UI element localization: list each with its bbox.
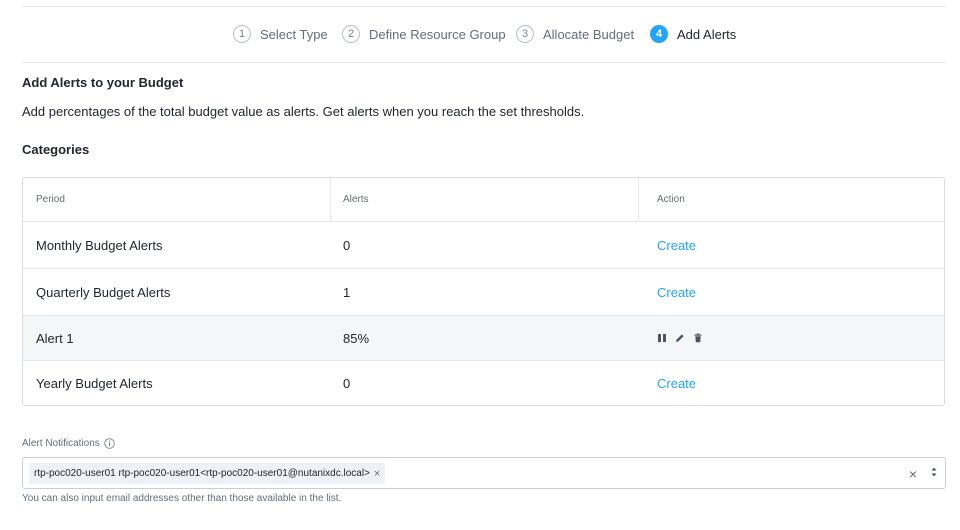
alert-notifications-label-text: Alert Notifications — [22, 438, 100, 449]
clear-selection-icon[interactable]: × — [909, 467, 917, 481]
alert-notifications-select[interactable]: rtp-poc020-user01 rtp-poc020-user01<rtp-… — [22, 457, 946, 489]
wizard-steps: 1 Select Type 2 Define Resource Group 3 … — [0, 24, 960, 44]
table-row: Yearly Budget Alerts 0 Create — [23, 360, 944, 405]
step-label: Allocate Budget — [543, 26, 635, 42]
step-add-alerts[interactable]: 4 Add Alerts — [650, 24, 736, 44]
page-title: Add Alerts to your Budget — [22, 75, 184, 90]
alerts-cell: 1 — [343, 284, 351, 300]
step-label: Select Type — [260, 26, 328, 42]
step-number: 2 — [342, 25, 360, 43]
column-divider — [638, 178, 639, 221]
period-cell: Alert 1 — [36, 330, 74, 346]
table-row-alert: Alert 1 85% — [23, 315, 944, 360]
table-header: Period Alerts Action — [23, 178, 944, 221]
step-label: Add Alerts — [677, 26, 737, 42]
info-icon[interactable] — [104, 438, 115, 449]
column-header-action[interactable]: Action — [657, 178, 685, 221]
column-header-period[interactable]: Period — [36, 178, 65, 221]
period-cell: Monthly Budget Alerts — [36, 237, 163, 253]
period-cell: Yearly Budget Alerts — [36, 376, 153, 391]
pause-icon[interactable] — [657, 333, 667, 343]
create-alert-link[interactable]: Create — [657, 269, 696, 315]
step-allocate-budget[interactable]: 3 Allocate Budget — [516, 24, 634, 44]
create-alert-link[interactable]: Create — [657, 361, 696, 405]
step-number: 1 — [233, 25, 251, 43]
steps-divider — [22, 62, 946, 63]
trash-icon[interactable] — [693, 333, 703, 343]
step-number: 3 — [516, 25, 534, 43]
top-divider — [22, 6, 946, 7]
alert-notifications-label: Alert Notifications — [22, 438, 115, 449]
step-define-resource-group[interactable]: 2 Define Resource Group — [342, 24, 506, 44]
alerts-cell: 0 — [343, 376, 351, 391]
alerts-cell: 85% — [343, 330, 370, 346]
period-cell: Quarterly Budget Alerts — [36, 284, 171, 300]
section-title-categories: Categories — [22, 142, 90, 157]
alert-actions — [657, 316, 703, 360]
create-alert-link[interactable]: Create — [657, 222, 696, 268]
step-select-type[interactable]: 1 Select Type — [233, 24, 328, 44]
table-row: Monthly Budget Alerts 0 Create — [23, 221, 944, 268]
recipient-tag: rtp-poc020-user01 rtp-poc020-user01<rtp-… — [29, 463, 386, 484]
alerts-table: Period Alerts Action Monthly Budget Aler… — [22, 177, 945, 406]
step-number: 4 — [650, 25, 668, 43]
page-description: Add percentages of the total budget valu… — [22, 104, 585, 119]
remove-tag-icon[interactable]: × — [374, 468, 380, 480]
step-label: Define Resource Group — [369, 26, 506, 42]
table-row: Quarterly Budget Alerts 1 Create — [23, 268, 944, 315]
alerts-cell: 0 — [343, 237, 351, 253]
pencil-icon[interactable] — [675, 333, 685, 343]
recipient-tag-label: rtp-poc020-user01 rtp-poc020-user01<rtp-… — [34, 468, 370, 479]
column-header-alerts[interactable]: Alerts — [343, 178, 369, 221]
column-divider — [330, 178, 331, 221]
help-text: You can also input email addresses other… — [22, 493, 342, 504]
dropdown-toggle-icon[interactable] — [931, 466, 937, 478]
